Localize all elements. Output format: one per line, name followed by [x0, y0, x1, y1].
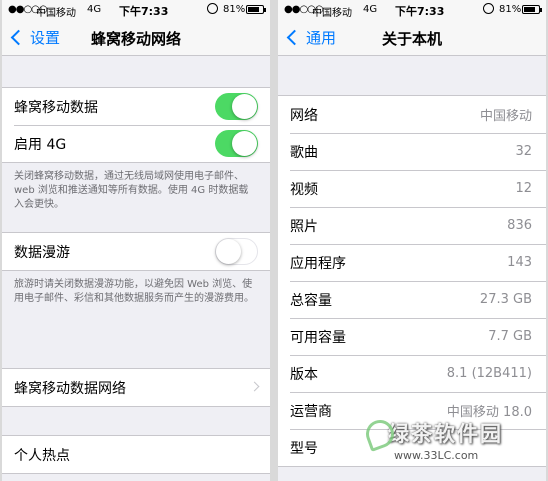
about-row: 歌曲 32: [278, 133, 546, 170]
rotation-lock-icon: [483, 3, 494, 14]
row-value: 7.7 GB: [488, 329, 532, 344]
roaming-footnote: 旅游时请关闭数据漫游功能，以避免因 Web 浏览、使用电子邮件、彩信和其他数据服…: [14, 279, 254, 304]
watermark-brand: 绿茶软件园: [388, 422, 503, 446]
network-group: 蜂窝移动数据网络: [2, 368, 270, 407]
page-title: 蜂窝移动网络: [90, 30, 181, 48]
data-roaming-switch[interactable]: [215, 238, 258, 265]
row-cellular-data: 蜂窝移动数据: [2, 88, 270, 125]
switch-knob: [232, 94, 257, 119]
roaming-group: 数据漫游: [2, 232, 270, 271]
row-cellular-network[interactable]: 蜂窝移动数据网络: [2, 369, 270, 406]
about-row: 版本 8.1 (12B411): [278, 355, 546, 392]
about-row: 可用容量 7.7 GB: [278, 318, 546, 355]
row-label: 可用容量: [290, 329, 346, 346]
row-label: 蜂窝移动数据: [14, 99, 98, 116]
battery-icon: [246, 5, 266, 14]
watermark: 绿茶软件园 www.33LC.com: [362, 416, 503, 462]
about-row: 照片 836: [278, 207, 546, 244]
chevron-right-icon: [249, 381, 260, 392]
battery-icon: [522, 5, 542, 14]
about-screen: ●●○○○ 中国移动 4G 下午7:33 81% 通用 关于本机 网络 中国移动歌…: [278, 0, 546, 481]
carrier-name: 中国移动: [312, 8, 352, 19]
cellular-settings-screen: ●●○○○ 中国移动 4G 下午7:33 81% 设置 蜂窝移动网络 蜂窝移动数…: [2, 0, 270, 481]
navigation-bar: 通用 关于本机: [278, 20, 546, 56]
battery-percent: 81%: [499, 4, 522, 15]
row-value: 8.1 (12B411): [446, 366, 532, 381]
status-bar: ●●○○○ 中国移动 4G 下午7:33 81%: [278, 0, 546, 20]
row-value: 中国移动: [479, 109, 532, 124]
cellular-data-switch[interactable]: [215, 93, 258, 120]
battery-level: [524, 7, 535, 12]
hotspot-group: 个人热点: [2, 435, 270, 474]
row-label: 蜂窝移动数据网络: [14, 380, 126, 397]
row-label: 歌曲: [290, 144, 318, 161]
row-roaming: 数据漫游: [2, 233, 270, 270]
about-row: 视频 12: [278, 170, 546, 207]
row-label: 数据漫游: [14, 244, 70, 261]
row-label: 启用 4G: [14, 136, 67, 153]
row-label: 型号: [290, 440, 318, 457]
switch-knob: [216, 239, 241, 264]
row-label: 网络: [290, 107, 318, 124]
cellular-footnote: 关闭蜂窝移动数据，通过无线局域网使用电子邮件、web 浏览和推送通知等所有数据。…: [14, 171, 249, 210]
status-bar: ●●○○○ 中国移动 4G 下午7:33 81%: [2, 0, 270, 20]
row-label: 应用程序: [290, 255, 346, 272]
row-value: 12: [515, 181, 532, 196]
clock: 下午7:33: [119, 5, 169, 18]
carrier-name: 中国移动: [36, 8, 76, 19]
row-label: 总容量: [290, 292, 332, 309]
battery-percent: 81%: [223, 4, 246, 15]
row-value: 32: [515, 144, 532, 159]
battery-level: [248, 7, 259, 12]
about-row: 应用程序 143: [278, 244, 546, 281]
row-label: 视频: [290, 181, 318, 198]
rotation-lock-icon: [207, 3, 218, 14]
row-personal-hotspot[interactable]: 个人热点: [2, 436, 270, 473]
row-label: 照片: [290, 218, 318, 235]
row-enable-4g: 启用 4G: [2, 125, 270, 162]
about-row: 网络 中国移动: [278, 96, 546, 133]
row-label: 版本: [290, 366, 318, 383]
watermark-url: www.33LC.com: [394, 449, 479, 462]
about-row: 总容量 27.3 GB: [278, 281, 546, 318]
about-list: 网络 中国移动歌曲 32 视频 12 照片 836 应用程序 143 总容量 27.3 GB 可用容量…: [278, 95, 546, 467]
row-label: 个人热点: [14, 447, 70, 464]
enable-4g-switch[interactable]: [215, 130, 258, 157]
row-value: 27.3 GB: [479, 292, 532, 307]
cellular-group: 蜂窝移动数据 启用 4G: [2, 87, 270, 163]
switch-knob: [232, 131, 257, 156]
clock: 下午7:33: [395, 5, 445, 18]
network-type: 4G: [87, 4, 102, 15]
navigation-bar: 设置 蜂窝移动网络: [2, 20, 270, 56]
network-type: 4G: [363, 4, 378, 15]
row-value: 836: [507, 218, 532, 233]
row-value: 143: [507, 255, 532, 270]
page-title: 关于本机: [381, 30, 442, 48]
row-label: 运营商: [290, 403, 332, 420]
